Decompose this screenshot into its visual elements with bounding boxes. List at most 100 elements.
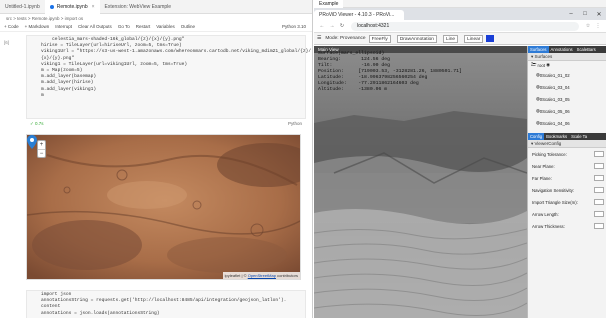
tree-root[interactable]: 🗁 root ◉	[528, 61, 606, 69]
menu-icon[interactable]: ⋮	[593, 23, 603, 29]
surface-item[interactable]: ◍ 0Scale1_05_06	[528, 105, 606, 117]
config-row: Near Plane:	[528, 160, 606, 172]
add-code-button[interactable]: + Code	[4, 24, 19, 29]
url-input[interactable]: localhost:4321	[351, 21, 579, 31]
surface-label: 0Scale1_03_05	[539, 96, 570, 102]
tab-scalebars[interactable]: ScaleBars	[575, 46, 598, 53]
vscode-window: Untitled-1.ipynb Remote.ipynb × Extension…	[0, 0, 313, 318]
code-line[interactable]: annotations = json.loads(annotationsStri…	[30, 311, 302, 317]
restart-button[interactable]: Restart	[136, 24, 151, 29]
cell-language[interactable]: Python	[288, 121, 302, 126]
3d-viewer[interactable]: Main View Surface(mars_ellipsoid) Bearin…	[314, 46, 527, 318]
code-line[interactable]: viking1Url = "https://s3-us-west-1.amazo…	[30, 49, 311, 55]
goto-button[interactable]: Go To	[118, 24, 130, 29]
tab-webview[interactable]: Extension: WebView Example	[100, 0, 177, 14]
kernel-selector[interactable]: Python 3.10	[282, 24, 306, 29]
tab-untitled[interactable]: Untitled-1.ipynb	[0, 0, 45, 14]
config-label: Near Plane:	[532, 163, 555, 169]
browser-tabbar: PRoViD Viewer - 4.10.3 - PRoVi... – □ ✕	[314, 8, 606, 20]
color-swatch[interactable]	[486, 35, 495, 42]
screen: Untitled-1.ipynb Remote.ipynb × Extension…	[0, 0, 606, 318]
config-row: Far Plane:	[528, 172, 606, 184]
surface-item[interactable]: ◍ 0Scale1_04_06	[528, 117, 606, 129]
surface-label: 0Scale1_04_06	[539, 120, 570, 126]
interrupt-button[interactable]: Interrupt	[55, 24, 72, 29]
forward-icon[interactable]: →	[327, 23, 337, 29]
editor-tab-label: Remote.ipynb	[56, 3, 88, 10]
map-marker-icon[interactable]	[27, 135, 37, 149]
code-cell[interactable]: celestia_mars-shaded-16k_global/{z}/{x}/…	[26, 35, 311, 119]
map-output[interactable]: + − ipyleaflet | © OpenStreetMap contrib…	[26, 134, 301, 280]
config-input[interactable]	[594, 211, 604, 217]
shape-select[interactable]: Line	[442, 34, 459, 43]
code-editor[interactable]: celestia_mars-shaded-16k_global/{z}/{x}/…	[30, 37, 311, 99]
camera-mode-select[interactable]: FreeFly	[368, 34, 391, 43]
surface-item[interactable]: ◍ 0Scale1_03_05	[528, 93, 606, 105]
surface-label: 0Scale1_05_06	[539, 108, 570, 114]
osm-link[interactable]: OpenStreetMap	[248, 273, 276, 278]
maximize-icon[interactable]: □	[578, 11, 592, 18]
reload-icon[interactable]: ↻	[337, 23, 347, 29]
viewer-config-header[interactable]: ▾ ViewerConfig	[528, 140, 606, 148]
editor-tab-label: Untitled-1.ipynb	[5, 3, 40, 10]
eye-icon[interactable]: ◉	[546, 62, 550, 68]
close-icon[interactable]: ×	[92, 4, 95, 10]
zoom-out-button[interactable]: −	[38, 149, 45, 157]
clear-outputs-button[interactable]: Clear All Outputs	[78, 24, 112, 29]
tab-surfaces[interactable]: Surfaces	[528, 46, 549, 53]
breadcrumb[interactable]: src > tests > Remote.ipynb > import os	[0, 14, 312, 22]
mars-terrain	[27, 135, 300, 279]
tree-root-label: root	[537, 62, 545, 68]
mode-label: Mode: Provenance	[325, 36, 366, 41]
code-cell[interactable]: import json annotationsString = requests…	[26, 290, 306, 318]
surface-item[interactable]: ◍ 0Scale1_03_04	[528, 81, 606, 93]
config-label: Arrow Thickness:	[532, 223, 565, 229]
app-toolbar: ☰ Mode: Provenance FreeFly DrawAnnotatio…	[314, 33, 606, 45]
notebook-toolbar: + Code + Markdown Interrupt Clear All Ou…	[0, 22, 312, 32]
browser-tab[interactable]: PRoViD Viewer - 4.10.3 - PRoVi...	[314, 10, 404, 20]
editor-tabbar: Untitled-1.ipynb Remote.ipynb × Extension…	[0, 0, 312, 14]
tab-example[interactable]: Example	[314, 0, 344, 8]
zoom-control: + −	[37, 140, 46, 158]
code-editor[interactable]: import json annotationsString = requests…	[30, 292, 302, 317]
tool-select[interactable]: DrawAnnotation	[396, 34, 437, 43]
add-markdown-button[interactable]: + Markdown	[25, 24, 50, 29]
config-input[interactable]	[594, 175, 604, 181]
tab-scale[interactable]: Scale Ta	[569, 133, 589, 140]
back-icon[interactable]: ←	[317, 23, 327, 29]
config-input[interactable]	[594, 199, 604, 205]
variables-button[interactable]: Variables	[156, 24, 174, 29]
minimize-icon[interactable]: –	[564, 11, 578, 18]
execution-count: [6]	[4, 40, 10, 45]
interp-select[interactable]: Linear	[464, 34, 484, 43]
section-label: ViewerConfig	[534, 141, 562, 146]
close-icon[interactable]: ✕	[592, 11, 606, 18]
config-label: Picking Tolerance:	[532, 151, 567, 157]
surface-item[interactable]: ◍ 0Scale1_01_02	[528, 69, 606, 81]
surface-label: 0Scale1_01_02	[539, 72, 570, 78]
surfaces-section-header[interactable]: ▾ Surfaces	[528, 53, 606, 61]
surface-label: 0Scale1_03_04	[539, 84, 570, 90]
webview-tabbar: Example	[314, 0, 606, 8]
config-row: Import Triangle Size(m):	[528, 196, 606, 208]
section-label: Surfaces	[534, 54, 553, 59]
zoom-in-button[interactable]: +	[38, 141, 45, 149]
tab-bookmarks[interactable]: Bookmarks	[544, 133, 569, 140]
config-input[interactable]	[594, 151, 604, 157]
outline-button[interactable]: Outline	[181, 24, 195, 29]
tab-annotations[interactable]: Annotations	[549, 46, 575, 53]
hamburger-icon[interactable]: ☰	[317, 36, 321, 41]
overlay-line: Altitude: -1380.06 m	[318, 87, 388, 92]
window-controls: – □ ✕	[564, 11, 606, 18]
address-bar-row: ← → ↻ localhost:4321 ☆ ⋮	[314, 20, 606, 33]
config-input[interactable]	[594, 187, 604, 193]
code-line[interactable]: annotationsString = requests.get('http:/…	[30, 298, 302, 304]
tab-config[interactable]: Config	[528, 133, 545, 140]
star-icon[interactable]: ☆	[583, 23, 593, 29]
browser-tab-label: PRoViD Viewer - 4.10.3 - PRoVi...	[319, 12, 395, 18]
map-attribution: ipyleaflet | © OpenStreetMap contributor…	[222, 272, 300, 279]
config-input[interactable]	[594, 163, 604, 169]
code-line[interactable]: m	[30, 93, 302, 99]
tab-remote[interactable]: Remote.ipynb ×	[44, 0, 100, 14]
config-input[interactable]	[594, 223, 604, 229]
